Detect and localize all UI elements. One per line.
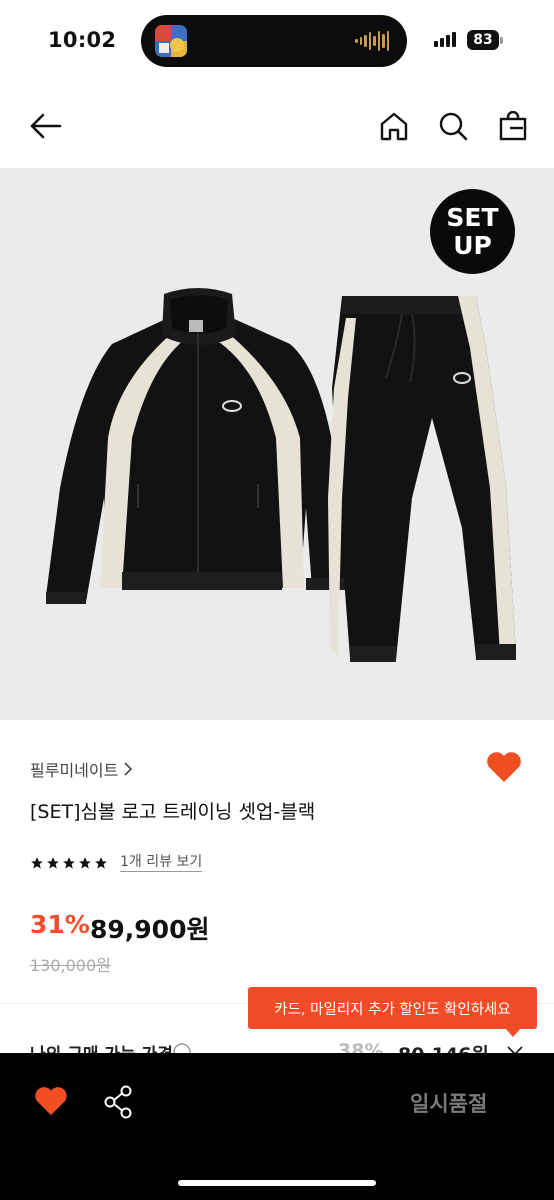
shopping-bag-icon xyxy=(499,111,527,141)
dynamic-island xyxy=(141,15,407,67)
sale-price: 89,900원 xyxy=(90,915,210,944)
discount-rate: 31% xyxy=(30,910,90,939)
cellular-signal-icon xyxy=(434,32,456,47)
product-title: [SET]심볼 로고 트레이닝 셋업-블랙 xyxy=(30,801,316,823)
star-icon xyxy=(47,857,59,869)
arrow-left-icon xyxy=(30,113,62,139)
tooltip-tail xyxy=(505,1028,521,1037)
now-playing-artwork xyxy=(155,25,187,57)
wishlist-button[interactable] xyxy=(486,751,522,787)
star-icon xyxy=(79,857,91,869)
set-up-badge: SET UP xyxy=(430,189,515,274)
sold-out-button[interactable]: 일시품절 xyxy=(410,1088,487,1118)
brand-link[interactable]: 필루미네이트 xyxy=(30,757,133,781)
cart-button[interactable] xyxy=(493,106,533,146)
battery-icon: 83 xyxy=(467,30,499,50)
chevron-right-icon xyxy=(124,762,133,776)
share-icon xyxy=(104,1085,132,1119)
star-icon xyxy=(31,857,43,869)
home-button[interactable] xyxy=(374,106,414,146)
star-icon xyxy=(95,857,107,869)
rating-stars xyxy=(30,856,108,870)
heart-icon xyxy=(487,752,521,782)
home-icon xyxy=(380,112,408,141)
battery-cap xyxy=(500,37,503,44)
search-button[interactable] xyxy=(433,106,473,146)
brand-name: 필루미네이트 xyxy=(30,761,119,780)
star-icon xyxy=(63,857,75,869)
share-button[interactable] xyxy=(102,1084,134,1124)
heart-icon xyxy=(35,1087,67,1116)
badge-line-2: UP xyxy=(453,230,492,260)
status-time: 10:02 xyxy=(48,28,117,52)
audio-waveform-icon xyxy=(355,31,389,51)
bottom-wishlist-button[interactable] xyxy=(34,1086,68,1120)
back-button[interactable] xyxy=(25,106,65,146)
home-indicator xyxy=(178,1180,376,1186)
search-icon xyxy=(439,112,468,141)
discount-tooltip[interactable]: 카드, 마일리지 추가 할인도 확인하세요 xyxy=(248,987,537,1029)
badge-line-1: SET xyxy=(446,202,499,232)
review-link[interactable]: 1개 리뷰 보기 xyxy=(120,853,203,872)
bottom-action-bar xyxy=(0,1053,554,1200)
original-price: 130,000원 xyxy=(30,956,111,975)
